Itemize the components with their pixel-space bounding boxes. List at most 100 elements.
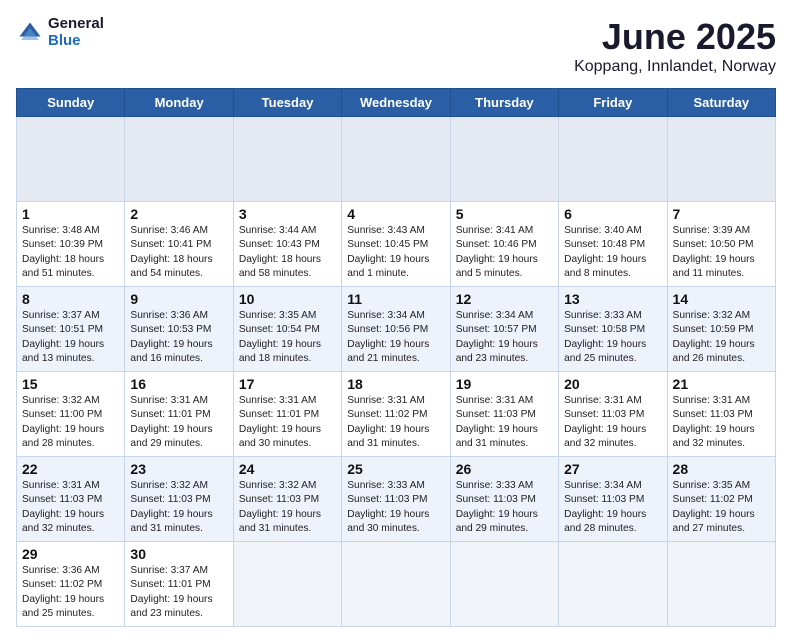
cell-info: Sunrise: 3:31 AMSunset: 11:01 PMDaylight… (130, 395, 212, 449)
day-number: 15 (22, 376, 119, 392)
calendar-cell: 1 Sunrise: 3:48 AMSunset: 10:39 PMDaylig… (17, 202, 125, 287)
logo: General Blue (16, 16, 104, 49)
calendar-cell: 12 Sunrise: 3:34 AMSunset: 10:57 PMDayli… (450, 287, 558, 372)
day-number: 26 (456, 461, 553, 477)
logo-icon (16, 19, 44, 47)
week-row-5: 29 Sunrise: 3:36 AMSunset: 11:02 PMDayli… (17, 542, 776, 627)
cell-info: Sunrise: 3:36 AMSunset: 11:02 PMDaylight… (22, 565, 104, 619)
calendar-cell (450, 117, 558, 202)
day-number: 5 (456, 206, 553, 222)
calendar-table: SundayMondayTuesdayWednesdayThursdayFrid… (16, 88, 776, 627)
calendar-cell: 25 Sunrise: 3:33 AMSunset: 11:03 PMDayli… (342, 457, 450, 542)
cell-info: Sunrise: 3:37 AMSunset: 10:51 PMDaylight… (22, 310, 104, 364)
calendar-cell (667, 117, 775, 202)
day-number: 27 (564, 461, 661, 477)
day-number: 20 (564, 376, 661, 392)
calendar-cell: 11 Sunrise: 3:34 AMSunset: 10:56 PMDayli… (342, 287, 450, 372)
cell-info: Sunrise: 3:31 AMSunset: 11:03 PMDaylight… (673, 395, 755, 449)
day-number: 9 (130, 291, 227, 307)
week-row-2: 8 Sunrise: 3:37 AMSunset: 10:51 PMDaylig… (17, 287, 776, 372)
calendar-cell: 13 Sunrise: 3:33 AMSunset: 10:58 PMDayli… (559, 287, 667, 372)
cell-info: Sunrise: 3:39 AMSunset: 10:50 PMDaylight… (673, 225, 755, 279)
calendar-cell: 19 Sunrise: 3:31 AMSunset: 11:03 PMDayli… (450, 372, 558, 457)
logo-blue-text: Blue (48, 33, 104, 50)
header-tuesday: Tuesday (233, 89, 341, 117)
calendar-cell: 7 Sunrise: 3:39 AMSunset: 10:50 PMDaylig… (667, 202, 775, 287)
calendar-cell: 23 Sunrise: 3:32 AMSunset: 11:03 PMDayli… (125, 457, 233, 542)
day-number: 2 (130, 206, 227, 222)
month-title: June 2025 (574, 16, 776, 58)
calendar-cell (233, 542, 341, 627)
header-saturday: Saturday (667, 89, 775, 117)
day-number: 19 (456, 376, 553, 392)
calendar-cell: 17 Sunrise: 3:31 AMSunset: 11:01 PMDayli… (233, 372, 341, 457)
week-row-3: 15 Sunrise: 3:32 AMSunset: 11:00 PMDayli… (17, 372, 776, 457)
calendar-cell: 29 Sunrise: 3:36 AMSunset: 11:02 PMDayli… (17, 542, 125, 627)
calendar-cell (450, 542, 558, 627)
calendar-cell (233, 117, 341, 202)
header-row: SundayMondayTuesdayWednesdayThursdayFrid… (17, 89, 776, 117)
calendar-cell: 21 Sunrise: 3:31 AMSunset: 11:03 PMDayli… (667, 372, 775, 457)
cell-info: Sunrise: 3:48 AMSunset: 10:39 PMDaylight… (22, 225, 104, 279)
calendar-cell (667, 542, 775, 627)
day-number: 25 (347, 461, 444, 477)
calendar-cell: 9 Sunrise: 3:36 AMSunset: 10:53 PMDaylig… (125, 287, 233, 372)
cell-info: Sunrise: 3:34 AMSunset: 10:56 PMDaylight… (347, 310, 429, 364)
calendar-cell: 27 Sunrise: 3:34 AMSunset: 11:03 PMDayli… (559, 457, 667, 542)
calendar-cell (17, 117, 125, 202)
calendar-cell: 14 Sunrise: 3:32 AMSunset: 10:59 PMDayli… (667, 287, 775, 372)
cell-info: Sunrise: 3:31 AMSunset: 11:03 PMDaylight… (564, 395, 646, 449)
week-row-1: 1 Sunrise: 3:48 AMSunset: 10:39 PMDaylig… (17, 202, 776, 287)
day-number: 23 (130, 461, 227, 477)
day-number: 10 (239, 291, 336, 307)
header-wednesday: Wednesday (342, 89, 450, 117)
day-number: 11 (347, 291, 444, 307)
header-sunday: Sunday (17, 89, 125, 117)
page-header: General Blue June 2025 Koppang, Innlande… (16, 16, 776, 76)
calendar-cell: 4 Sunrise: 3:43 AMSunset: 10:45 PMDaylig… (342, 202, 450, 287)
cell-info: Sunrise: 3:41 AMSunset: 10:46 PMDaylight… (456, 225, 538, 279)
cell-info: Sunrise: 3:35 AMSunset: 11:02 PMDaylight… (673, 480, 755, 534)
day-number: 24 (239, 461, 336, 477)
calendar-cell: 26 Sunrise: 3:33 AMSunset: 11:03 PMDayli… (450, 457, 558, 542)
calendar-cell (559, 542, 667, 627)
cell-info: Sunrise: 3:43 AMSunset: 10:45 PMDaylight… (347, 225, 429, 279)
calendar-cell: 8 Sunrise: 3:37 AMSunset: 10:51 PMDaylig… (17, 287, 125, 372)
day-number: 13 (564, 291, 661, 307)
cell-info: Sunrise: 3:44 AMSunset: 10:43 PMDaylight… (239, 225, 321, 279)
logo-text: General Blue (48, 16, 104, 49)
cell-info: Sunrise: 3:36 AMSunset: 10:53 PMDaylight… (130, 310, 212, 364)
day-number: 4 (347, 206, 444, 222)
title-area: June 2025 Koppang, Innlandet, Norway (574, 16, 776, 76)
calendar-cell: 6 Sunrise: 3:40 AMSunset: 10:48 PMDaylig… (559, 202, 667, 287)
header-monday: Monday (125, 89, 233, 117)
cell-info: Sunrise: 3:32 AMSunset: 11:03 PMDaylight… (239, 480, 321, 534)
day-number: 28 (673, 461, 770, 477)
header-friday: Friday (559, 89, 667, 117)
cell-info: Sunrise: 3:33 AMSunset: 10:58 PMDaylight… (564, 310, 646, 364)
cell-info: Sunrise: 3:34 AMSunset: 11:03 PMDaylight… (564, 480, 646, 534)
day-number: 16 (130, 376, 227, 392)
day-number: 3 (239, 206, 336, 222)
cell-info: Sunrise: 3:37 AMSunset: 11:01 PMDaylight… (130, 565, 212, 619)
calendar-cell (125, 117, 233, 202)
day-number: 21 (673, 376, 770, 392)
calendar-cell: 10 Sunrise: 3:35 AMSunset: 10:54 PMDayli… (233, 287, 341, 372)
day-number: 6 (564, 206, 661, 222)
calendar-cell: 15 Sunrise: 3:32 AMSunset: 11:00 PMDayli… (17, 372, 125, 457)
cell-info: Sunrise: 3:32 AMSunset: 11:00 PMDaylight… (22, 395, 104, 449)
cell-info: Sunrise: 3:31 AMSunset: 11:02 PMDaylight… (347, 395, 429, 449)
cell-info: Sunrise: 3:34 AMSunset: 10:57 PMDaylight… (456, 310, 538, 364)
cell-info: Sunrise: 3:46 AMSunset: 10:41 PMDaylight… (130, 225, 212, 279)
day-number: 7 (673, 206, 770, 222)
calendar-cell (342, 542, 450, 627)
calendar-cell: 24 Sunrise: 3:32 AMSunset: 11:03 PMDayli… (233, 457, 341, 542)
calendar-cell: 3 Sunrise: 3:44 AMSunset: 10:43 PMDaylig… (233, 202, 341, 287)
calendar-cell (342, 117, 450, 202)
cell-info: Sunrise: 3:40 AMSunset: 10:48 PMDaylight… (564, 225, 646, 279)
day-number: 22 (22, 461, 119, 477)
calendar-cell: 2 Sunrise: 3:46 AMSunset: 10:41 PMDaylig… (125, 202, 233, 287)
calendar-cell: 30 Sunrise: 3:37 AMSunset: 11:01 PMDayli… (125, 542, 233, 627)
calendar-cell: 5 Sunrise: 3:41 AMSunset: 10:46 PMDaylig… (450, 202, 558, 287)
day-number: 8 (22, 291, 119, 307)
